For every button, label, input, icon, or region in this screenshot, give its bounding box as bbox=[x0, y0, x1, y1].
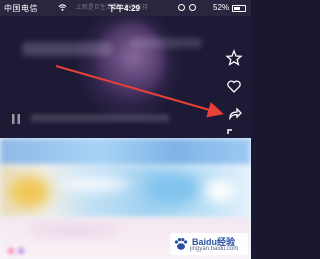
dot-marker bbox=[8, 248, 14, 254]
page-content-blurred: Baidu经验 jingyan.baidu.com bbox=[0, 138, 251, 259]
video-subtitle-blurred bbox=[130, 38, 202, 48]
battery-percent: 52% bbox=[213, 3, 230, 12]
button-blurred bbox=[145, 174, 200, 204]
star-icon[interactable] bbox=[224, 48, 244, 68]
baidu-jingyan-watermark: Baidu经验 jingyan.baidu.com bbox=[170, 233, 248, 255]
clock: 下午4:29 bbox=[108, 4, 141, 13]
alarm-icon bbox=[189, 4, 196, 11]
video-frame-figure bbox=[95, 21, 165, 101]
watermark-domain: jingyan.baidu.com bbox=[190, 246, 239, 252]
pause-icon[interactable] bbox=[9, 112, 23, 126]
text-blurred bbox=[60, 178, 130, 190]
heart-icon[interactable] bbox=[224, 76, 244, 96]
video-title-blurred bbox=[22, 42, 112, 56]
thumbnail-blurred bbox=[10, 176, 50, 208]
paw-logo-icon bbox=[174, 238, 188, 250]
dot-marker bbox=[18, 248, 24, 254]
progress-bar-blurred[interactable] bbox=[30, 114, 170, 122]
lock-rotation-icon bbox=[178, 4, 185, 11]
status-bar: 中国电信 上新是巨生活要有你的支持 下午4:29 52% bbox=[0, 0, 251, 16]
text-blurred bbox=[30, 226, 120, 236]
info-panel-blurred bbox=[0, 166, 251, 218]
video-player[interactable] bbox=[0, 16, 251, 138]
wifi-icon bbox=[58, 4, 67, 11]
status-icons bbox=[178, 4, 200, 13]
tab-strip-blurred bbox=[0, 138, 251, 166]
share-icon[interactable] bbox=[224, 104, 244, 124]
icon-blurred bbox=[205, 180, 235, 202]
battery-icon bbox=[232, 5, 246, 12]
carrier-label: 中国电信 bbox=[4, 4, 38, 13]
fullscreen-icon[interactable] bbox=[224, 126, 244, 138]
